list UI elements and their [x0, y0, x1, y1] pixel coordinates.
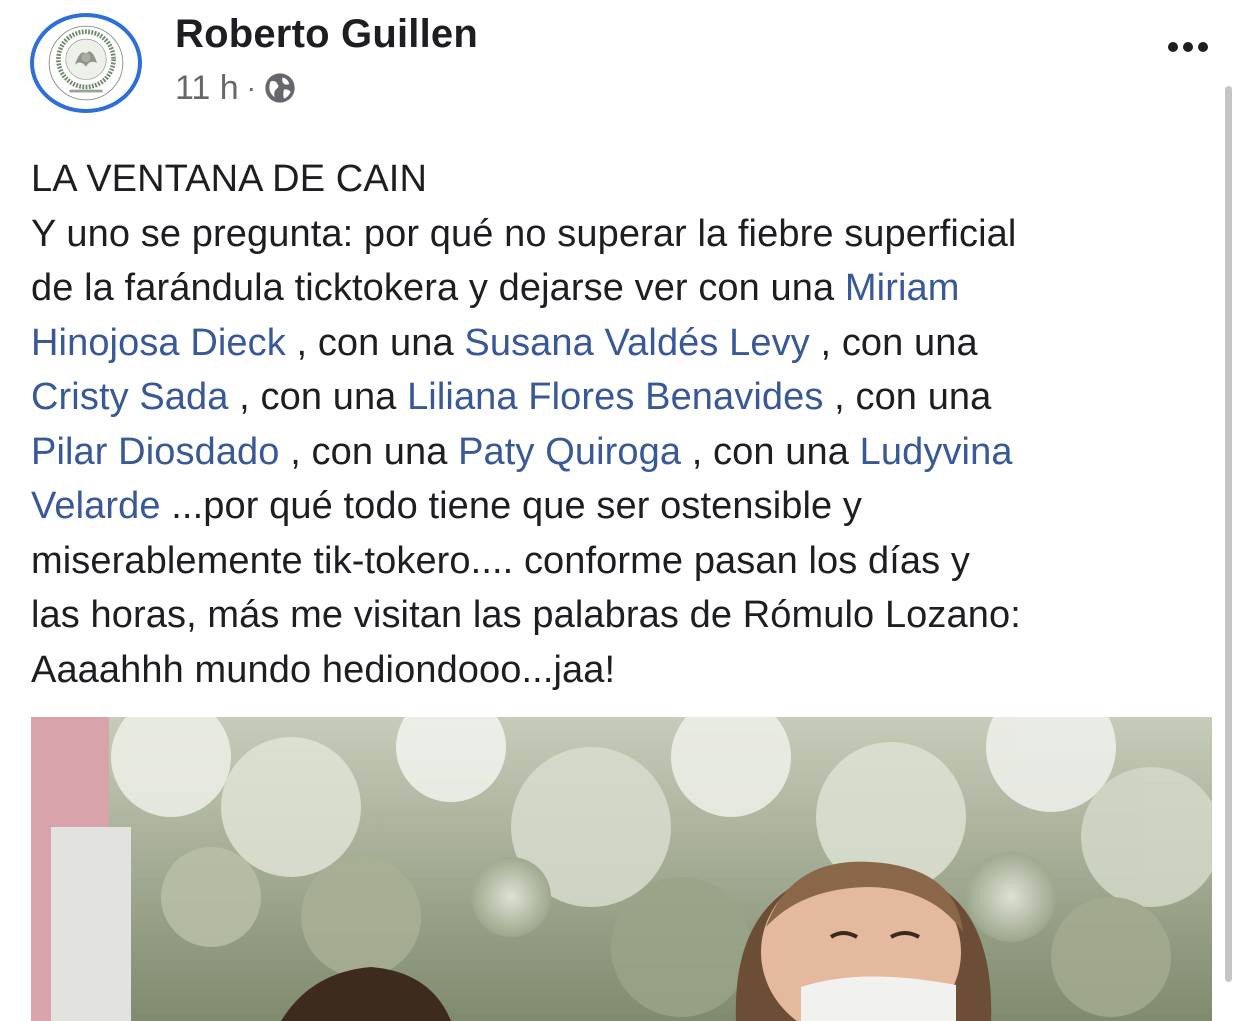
photo-illustration — [31, 717, 1212, 1021]
timestamp[interactable]: 11 h — [175, 69, 239, 108]
more-dots-icon — [1198, 42, 1208, 52]
post-title: LA VENTANA DE CAIN — [31, 158, 427, 200]
meta-separator: · — [246, 72, 256, 103]
mention-miriam-hinojosa-dieck[interactable]: Hinojosa Dieck — [31, 322, 286, 364]
text-line: las horas, más me visitan las palabras d… — [31, 588, 1211, 643]
post-meta: 11 h · — [175, 66, 296, 110]
more-options-button[interactable] — [1158, 30, 1218, 64]
text-segment: , con una — [285, 321, 465, 364]
text-segment: Aaaahhh mundo hediondooo...jaa! — [31, 648, 616, 691]
author-name[interactable]: Roberto Guillen — [175, 12, 478, 57]
post-text: LA VENTANA DE CAIN Y uno se pregunta: po… — [31, 152, 1211, 697]
text-segment: , con una — [228, 376, 408, 418]
scrollbar[interactable] — [1225, 86, 1232, 982]
text-segment: de la farándula ticktokera y dejarse ver… — [31, 267, 845, 309]
text-segment: , con una — [823, 376, 992, 418]
text-segment: las horas, más me visitan las palabras d… — [31, 594, 1021, 636]
more-dots-icon — [1168, 42, 1178, 52]
text-line: Cristy Sada , con una Liliana Flores Ben… — [31, 370, 1211, 425]
mention-cristy-sada[interactable]: Cristy Sada — [31, 376, 229, 418]
text-segment: ...por qué todo tiene que ser ostensible… — [160, 485, 863, 527]
mention-liliana-flores-benavides[interactable]: Liliana Flores Benavides — [407, 376, 823, 418]
mention-ludyvina-velarde[interactable]: Velarde — [31, 485, 161, 527]
text-line: Hinojosa Dieck , con una Susana Valdés L… — [31, 316, 1211, 371]
mention-paty-quiroga[interactable]: Paty Quiroga — [458, 431, 681, 473]
text-line: Aaaahhh mundo hediondooo...jaa! — [31, 643, 1211, 698]
post-photo[interactable] — [31, 717, 1212, 1021]
text-line: miserablemente tik-tokero.... conforme p… — [31, 534, 1211, 589]
text-segment: miserablemente tik-tokero.... conforme p… — [31, 539, 971, 582]
globe-icon[interactable] — [264, 72, 296, 104]
mention-pilar-diosdado[interactable]: Pilar Diosdado — [31, 431, 280, 473]
mention-susana-valdes-levy[interactable]: Susana Valdés Levy — [464, 322, 809, 364]
mention-ludyvina-velarde[interactable]: Ludyvina — [860, 431, 1013, 473]
text-line: de la farándula ticktokera y dejarse ver… — [31, 261, 1211, 316]
seal-logo — [48, 25, 124, 101]
text-line: Velarde ...por qué todo tiene que ser os… — [31, 479, 1211, 534]
author-avatar[interactable] — [30, 13, 142, 113]
text-segment: Y uno se pregunta: por qué no superar la… — [31, 212, 1017, 255]
facebook-post: Roberto Guillen 11 h · LA VENTANA DE CAI… — [0, 0, 1242, 1021]
text-line: Pilar Diosdado , con una Paty Quiroga , … — [31, 425, 1211, 480]
more-dots-icon — [1183, 42, 1193, 52]
text-segment: , con una — [681, 430, 860, 473]
text-segment: , con una — [809, 321, 978, 364]
text-segment: , con una — [279, 430, 459, 473]
mention-miriam-hinojosa-dieck[interactable]: Miriam — [845, 267, 960, 309]
text-line: Y uno se pregunta: por qué no superar la… — [31, 207, 1211, 262]
